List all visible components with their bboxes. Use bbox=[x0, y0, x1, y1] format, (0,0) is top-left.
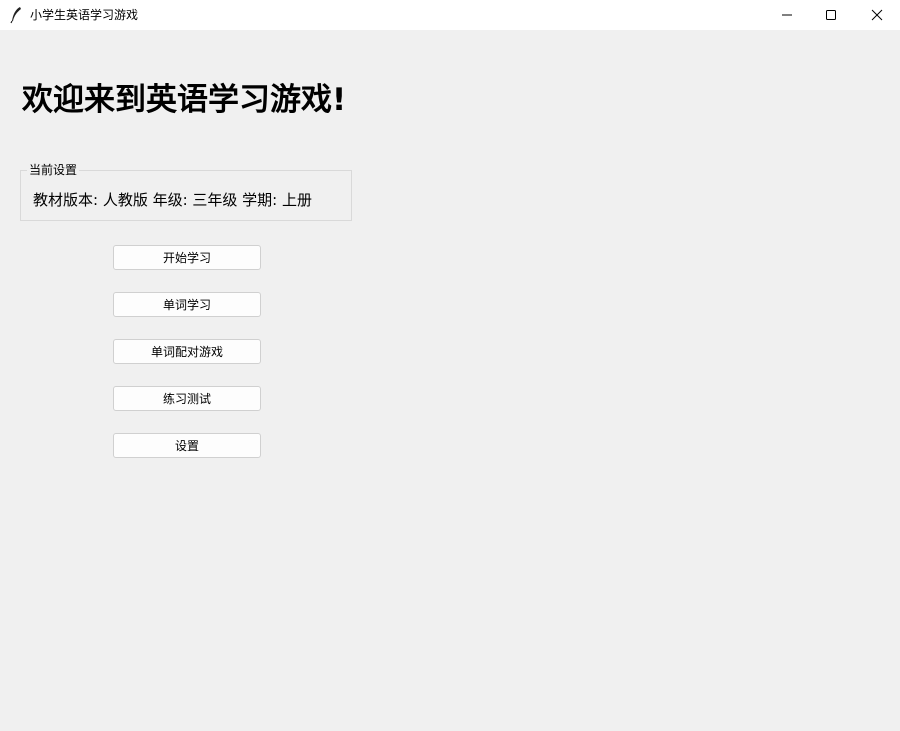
welcome-heading: 欢迎来到英语学习游戏! bbox=[22, 82, 347, 118]
title-bar: 小学生英语学习游戏 bbox=[0, 0, 900, 30]
settings-group-legend: 当前设置 bbox=[27, 163, 80, 177]
minimize-button[interactable] bbox=[764, 0, 810, 30]
maximize-icon bbox=[826, 10, 836, 20]
word-study-button[interactable]: 单词学习 bbox=[113, 292, 261, 317]
word-match-game-button[interactable]: 单词配对游戏 bbox=[113, 339, 261, 364]
window-title: 小学生英语学习游戏 bbox=[30, 8, 139, 22]
close-button[interactable] bbox=[854, 0, 900, 30]
start-learning-button[interactable]: 开始学习 bbox=[113, 245, 261, 270]
feather-icon bbox=[9, 6, 23, 24]
app-window: 小学生英语学习游戏 欢迎来到英语学习游戏! 当前设置 教材版本: 人教版 年级:… bbox=[0, 0, 900, 731]
settings-button[interactable]: 设置 bbox=[113, 433, 261, 458]
minimize-icon bbox=[782, 14, 792, 16]
current-settings-group: 当前设置 教材版本: 人教版 年级: 三年级 学期: 上册 bbox=[20, 163, 352, 221]
maximize-button[interactable] bbox=[808, 0, 854, 30]
settings-info-label: 教材版本: 人教版 年级: 三年级 学期: 上册 bbox=[33, 191, 313, 209]
practice-test-button[interactable]: 练习测试 bbox=[113, 386, 261, 411]
close-icon bbox=[871, 9, 883, 21]
